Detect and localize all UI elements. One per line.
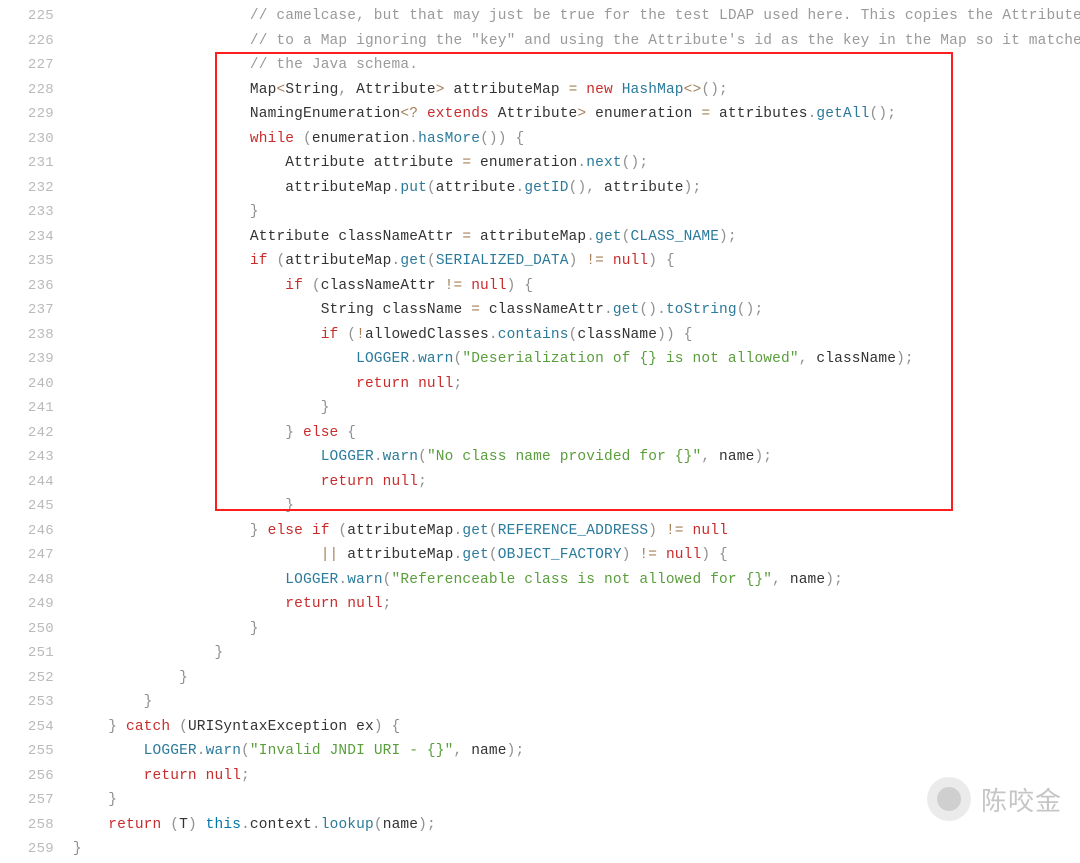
- code-line[interactable]: || attributeMap.get(OBJECT_FACTORY) != n…: [64, 543, 1080, 568]
- line-number: 258: [0, 813, 54, 838]
- line-number: 235: [0, 249, 54, 274]
- watermark: 陈咬金: [927, 777, 1062, 821]
- code-line[interactable]: LOGGER.warn("Invalid JNDI URI - {}", nam…: [64, 739, 1080, 764]
- line-number: 257: [0, 788, 54, 813]
- code-line[interactable]: while (enumeration.hasMore()) {: [64, 127, 1080, 152]
- code-line[interactable]: }: [64, 396, 1080, 421]
- code-line[interactable]: if (classNameAttr != null) {: [64, 274, 1080, 299]
- watermark-text: 陈咬金: [981, 781, 1062, 818]
- code-line[interactable]: Attribute classNameAttr = attributeMap.g…: [64, 225, 1080, 250]
- code-line[interactable]: }: [64, 617, 1080, 642]
- line-number: 225: [0, 4, 54, 29]
- line-number-gutter: 2252262272282292302312322332342352362372…: [0, 0, 64, 863]
- line-number: 247: [0, 543, 54, 568]
- line-number: 254: [0, 715, 54, 740]
- line-number: 242: [0, 421, 54, 446]
- code-line[interactable]: return null;: [64, 372, 1080, 397]
- line-number: 227: [0, 53, 54, 78]
- code-line[interactable]: } else if (attributeMap.get(REFERENCE_AD…: [64, 519, 1080, 544]
- line-number: 240: [0, 372, 54, 397]
- line-number: 255: [0, 739, 54, 764]
- line-number: 259: [0, 837, 54, 862]
- code-line[interactable]: // camelcase, but that may just be true …: [64, 4, 1080, 29]
- code-line[interactable]: if (!allowedClasses.contains(className))…: [64, 323, 1080, 348]
- code-line[interactable]: // to a Map ignoring the "key" and using…: [64, 29, 1080, 54]
- code-line[interactable]: Map<String, Attribute> attributeMap = ne…: [64, 78, 1080, 103]
- line-number: 251: [0, 641, 54, 666]
- line-number: 232: [0, 176, 54, 201]
- code-line[interactable]: }: [64, 200, 1080, 225]
- code-line[interactable]: return null;: [64, 592, 1080, 617]
- code-line[interactable]: LOGGER.warn("No class name provided for …: [64, 445, 1080, 470]
- code-line[interactable]: } catch (URISyntaxException ex) {: [64, 715, 1080, 740]
- code-viewer: 2252262272282292302312322332342352362372…: [0, 0, 1080, 863]
- code-line[interactable]: }: [64, 494, 1080, 519]
- line-number: 250: [0, 617, 54, 642]
- line-number: 245: [0, 494, 54, 519]
- line-number: 243: [0, 445, 54, 470]
- code-line[interactable]: LOGGER.warn("Deserialization of {} is no…: [64, 347, 1080, 372]
- code-line[interactable]: return null;: [64, 470, 1080, 495]
- code-line[interactable]: Attribute attribute = enumeration.next()…: [64, 151, 1080, 176]
- line-number: 229: [0, 102, 54, 127]
- line-number: 239: [0, 347, 54, 372]
- line-number: 249: [0, 592, 54, 617]
- line-number: 253: [0, 690, 54, 715]
- watermark-avatar: [927, 777, 971, 821]
- code-line[interactable]: }: [64, 837, 1080, 862]
- line-number: 238: [0, 323, 54, 348]
- code-line[interactable]: }: [64, 641, 1080, 666]
- line-number: 230: [0, 127, 54, 152]
- line-number: 237: [0, 298, 54, 323]
- line-number: 226: [0, 29, 54, 54]
- line-number: 244: [0, 470, 54, 495]
- line-number: 241: [0, 396, 54, 421]
- code-line[interactable]: }: [64, 690, 1080, 715]
- code-line[interactable]: // the Java schema.: [64, 53, 1080, 78]
- code-line[interactable]: String className = classNameAttr.get().t…: [64, 298, 1080, 323]
- line-number: 256: [0, 764, 54, 789]
- line-number: 231: [0, 151, 54, 176]
- code-content[interactable]: // camelcase, but that may just be true …: [64, 0, 1080, 863]
- code-line[interactable]: NamingEnumeration<? extends Attribute> e…: [64, 102, 1080, 127]
- line-number: 236: [0, 274, 54, 299]
- line-number: 248: [0, 568, 54, 593]
- line-number: 234: [0, 225, 54, 250]
- line-number: 228: [0, 78, 54, 103]
- line-number: 233: [0, 200, 54, 225]
- code-line[interactable]: } else {: [64, 421, 1080, 446]
- line-number: 246: [0, 519, 54, 544]
- code-line[interactable]: LOGGER.warn("Referenceable class is not …: [64, 568, 1080, 593]
- code-line[interactable]: }: [64, 666, 1080, 691]
- code-line[interactable]: attributeMap.put(attribute.getID(), attr…: [64, 176, 1080, 201]
- line-number: 252: [0, 666, 54, 691]
- code-line[interactable]: if (attributeMap.get(SERIALIZED_DATA) !=…: [64, 249, 1080, 274]
